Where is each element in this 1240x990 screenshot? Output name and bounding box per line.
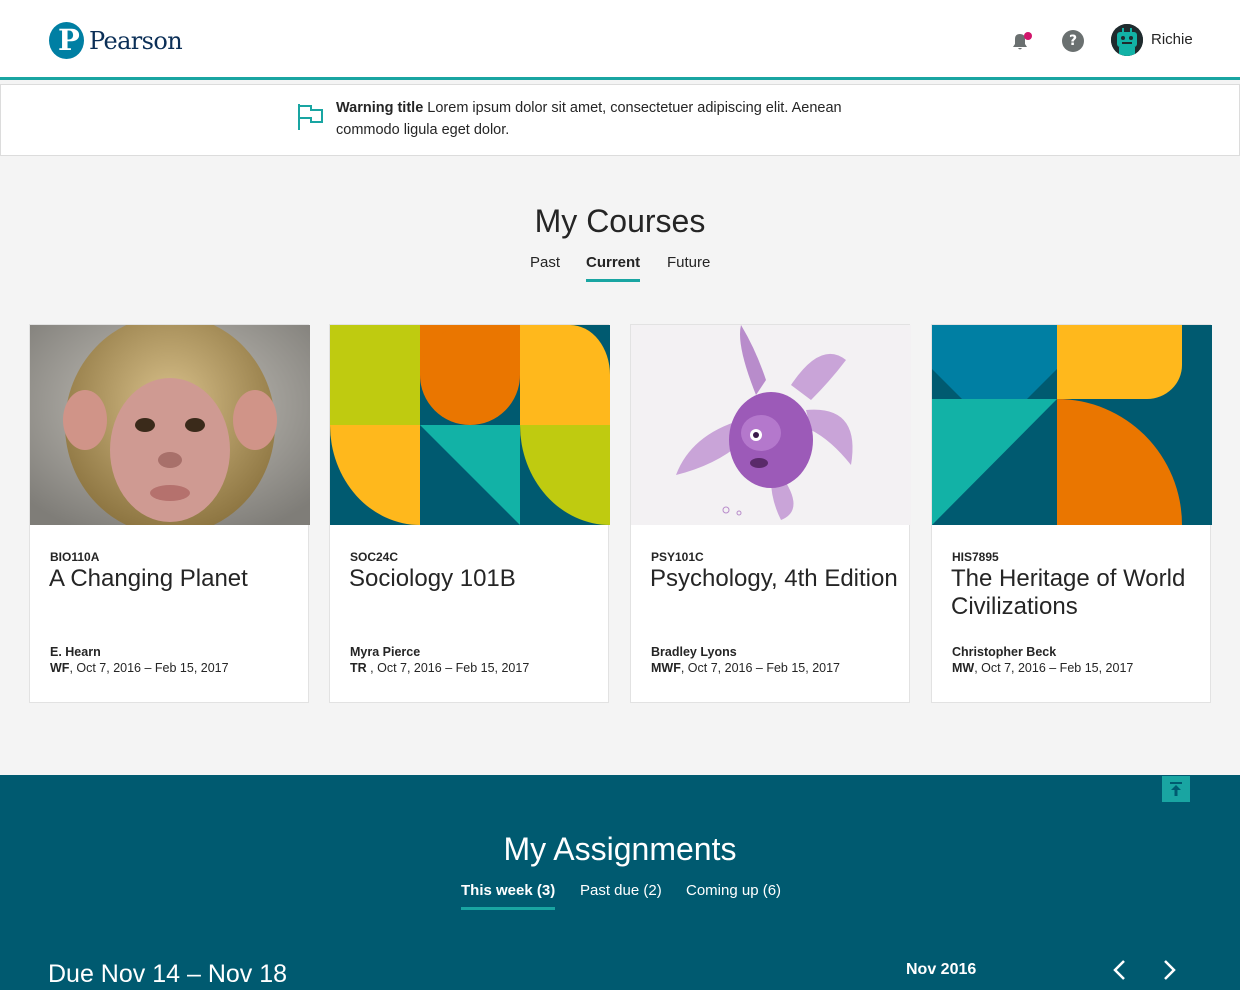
course-days: WF <box>50 661 70 675</box>
course-image-monkey <box>30 325 310 525</box>
course-card[interactable]: HIS7895 The Heritage of World Civilizati… <box>931 324 1212 703</box>
tab-past-due[interactable]: Past due (2) <box>580 882 662 907</box>
warning-banner: Warning title Lorem ipsum dolor sit amet… <box>0 84 1240 156</box>
previous-week-button[interactable] <box>1109 958 1131 982</box>
flag-icon <box>295 102 325 132</box>
pearson-logo-mark-icon: P <box>49 22 84 59</box>
back-to-top-button[interactable] <box>1162 776 1190 802</box>
month-label: Nov 2016 <box>906 961 977 978</box>
course-schedule: MWF, Oct 7, 2016 – Feb 15, 2017 <box>651 661 840 675</box>
course-title[interactable]: A Changing Planet <box>49 565 299 593</box>
course-instructor: Myra Pierce <box>350 645 421 659</box>
courses-tabs: Past Current Future <box>0 254 1240 284</box>
tab-past[interactable]: Past <box>530 254 560 279</box>
course-code: PSY101C <box>651 550 704 564</box>
pearson-logo[interactable]: P Pearson <box>49 22 183 59</box>
course-title[interactable]: Psychology, 4th Edition <box>650 565 900 593</box>
due-range-heading: Due Nov 14 – Nov 18 <box>48 960 288 988</box>
courses-heading: My Courses <box>534 203 706 239</box>
tab-this-week[interactable]: This week (3) <box>461 882 556 910</box>
tab-current[interactable]: Current <box>586 254 641 282</box>
course-code: SOC24C <box>350 550 399 564</box>
tab-coming-up[interactable]: Coming up (6) <box>686 882 781 907</box>
course-image-pattern <box>330 325 610 525</box>
course-card[interactable]: PSY101C Psychology, 4th Edition Bradley … <box>630 324 911 703</box>
course-image-pattern <box>932 325 1212 525</box>
course-schedule: WF, Oct 7, 2016 – Feb 15, 2017 <box>50 661 229 675</box>
course-card[interactable]: BIO110A A Changing Planet E. Hearn WF, O… <box>29 324 310 703</box>
course-title[interactable]: Sociology 101B <box>349 565 599 593</box>
tab-future[interactable]: Future <box>667 254 710 279</box>
course-dates: , Oct 7, 2016 – Feb 15, 2017 <box>69 661 229 675</box>
course-days: MWF <box>651 661 681 675</box>
help-icon[interactable]: ? <box>1062 30 1084 52</box>
course-code: HIS7895 <box>952 550 999 564</box>
course-image-fish <box>631 325 911 525</box>
app-header: P Pearson ? Richie <box>0 0 1240 80</box>
course-days: TR <box>350 661 367 675</box>
chevron-left-icon <box>1113 960 1125 980</box>
course-code: BIO110A <box>50 550 100 564</box>
avatar[interactable] <box>1111 24 1143 56</box>
course-dates: , Oct 7, 2016 – Feb 15, 2017 <box>680 661 840 675</box>
assignments-section: My Assignments This week (3) Past due (2… <box>0 775 1240 990</box>
course-instructor: E. Hearn <box>50 645 101 659</box>
course-title[interactable]: The Heritage of World Civilizations <box>951 565 1201 621</box>
brand-name: Pearson <box>89 26 183 55</box>
notifications-bell-icon[interactable] <box>1009 30 1033 54</box>
course-card[interactable]: SOC24C Sociology 101B Myra Pierce TR , O… <box>329 324 610 703</box>
assignments-heading: My Assignments <box>503 831 737 867</box>
course-instructor: Christopher Beck <box>952 645 1057 659</box>
warning-title: Warning title <box>336 100 424 116</box>
course-days: MW <box>952 661 975 675</box>
arrow-up-icon <box>1170 782 1182 796</box>
course-dates: , Oct 7, 2016 – Feb 15, 2017 <box>974 661 1134 675</box>
chevron-right-icon <box>1164 960 1176 980</box>
course-schedule: MW, Oct 7, 2016 – Feb 15, 2017 <box>952 661 1133 675</box>
user-name[interactable]: Richie <box>1151 31 1193 48</box>
course-instructor: Bradley Lyons <box>651 645 737 659</box>
warning-message: Warning title Lorem ipsum dolor sit amet… <box>336 97 856 141</box>
course-schedule: TR , Oct 7, 2016 – Feb 15, 2017 <box>350 661 529 675</box>
next-week-button[interactable] <box>1158 958 1180 982</box>
course-dates: , Oct 7, 2016 – Feb 15, 2017 <box>366 661 530 675</box>
